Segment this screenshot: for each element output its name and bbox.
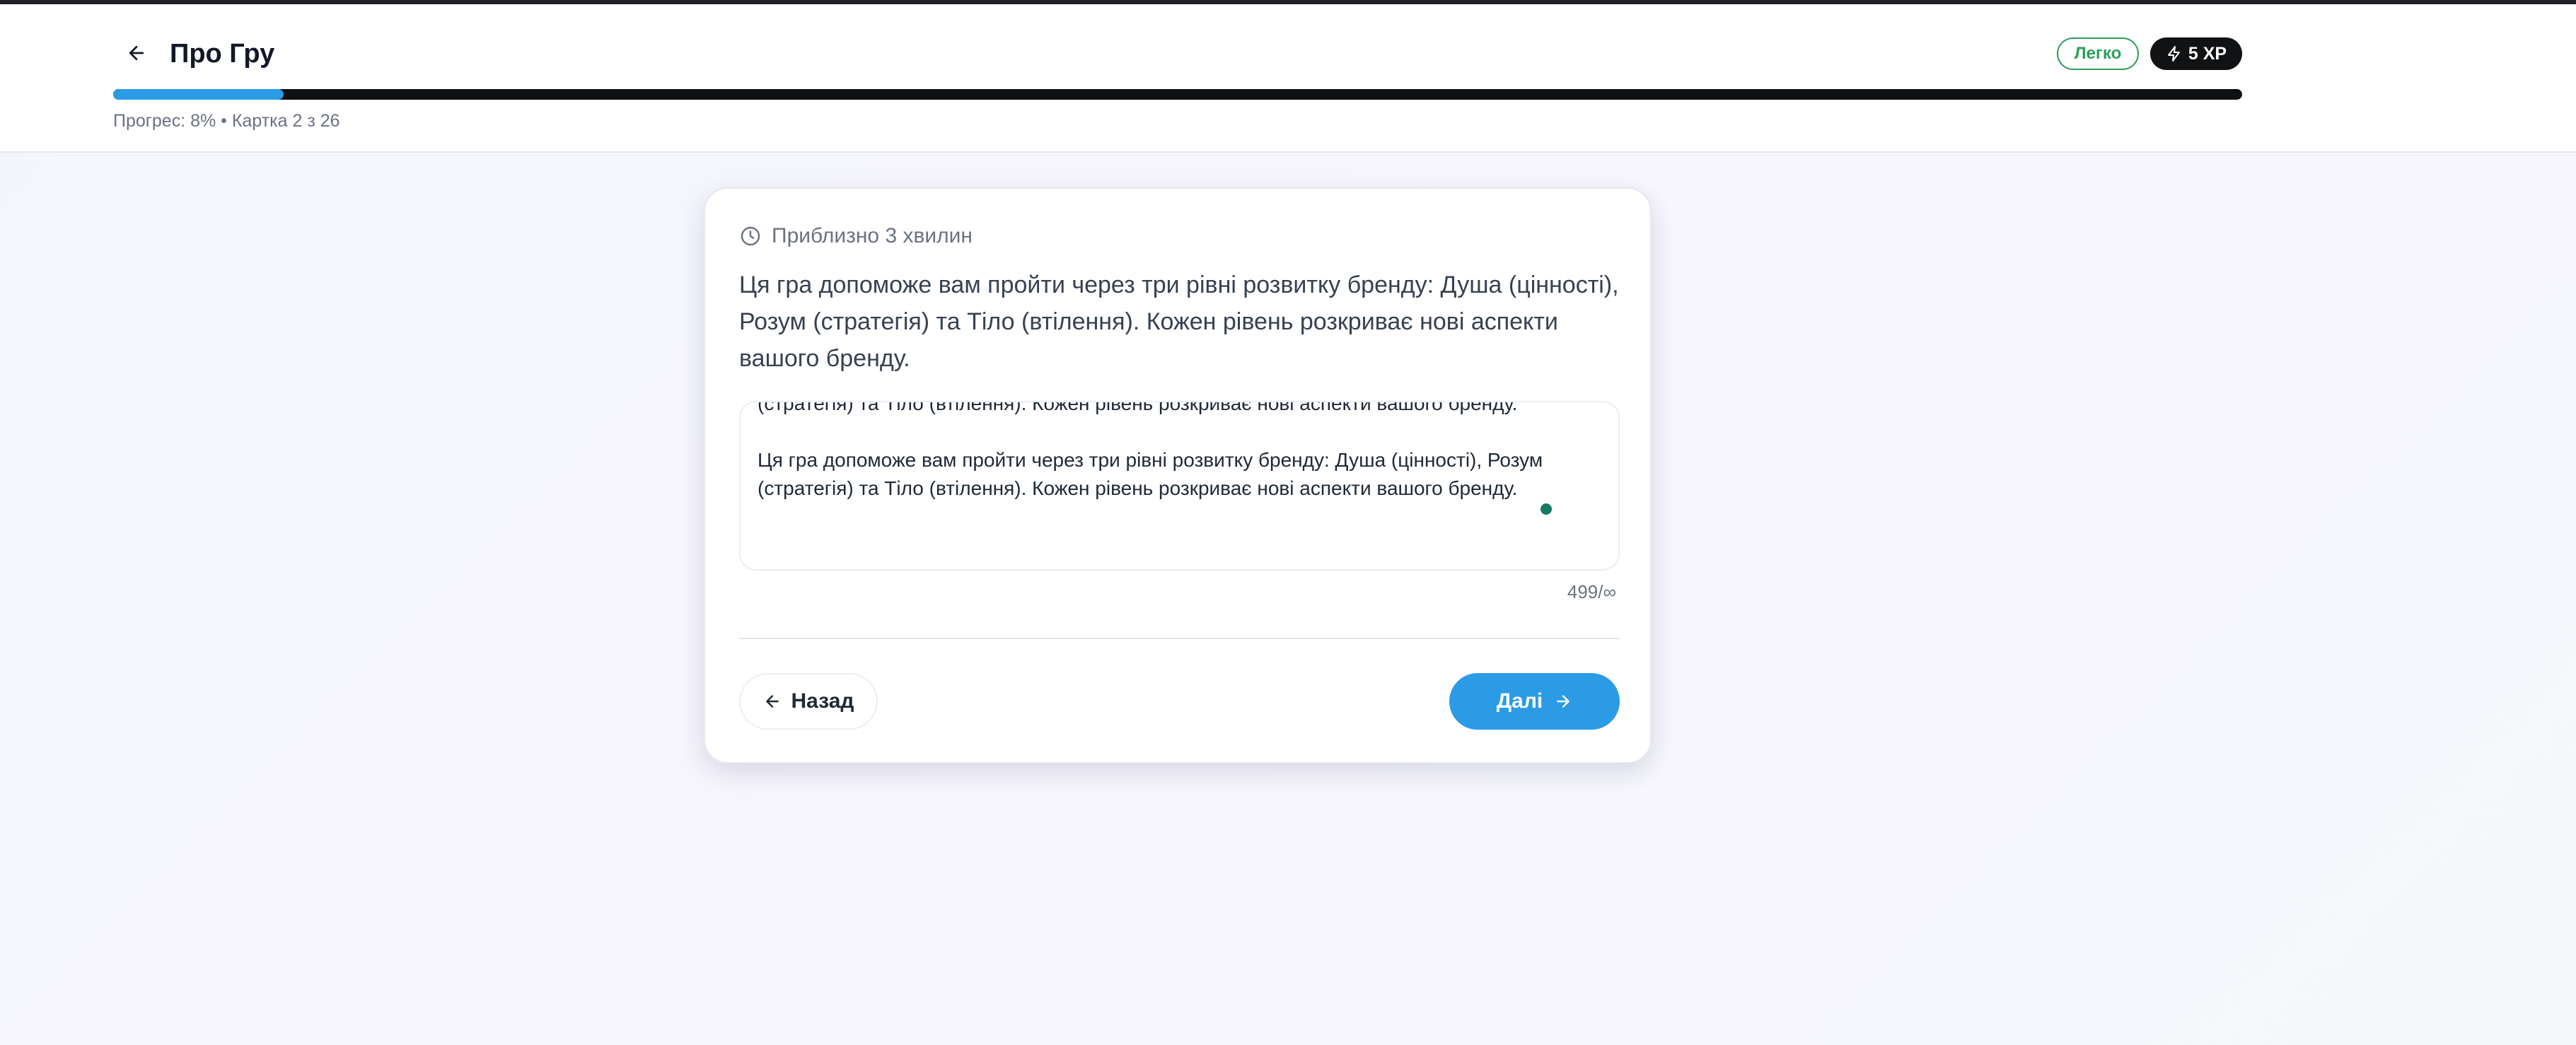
answer-textarea[interactable]: (стратегія) та Тіло (втілення). Кожен рі… — [739, 401, 1620, 571]
page-title: Про Гру — [170, 39, 275, 69]
xp-badge: 5 XP — [2150, 37, 2242, 70]
progress-text: Прогрес: 8% • Картка 2 з 26 — [113, 111, 340, 131]
progress-bar-fill — [113, 89, 284, 100]
page-header: Про Гру Легко 5 XP Прогрес: 8% • Картка … — [0, 4, 2576, 153]
card-description: Ця гра допоможе вам пройти через три рів… — [739, 272, 1619, 372]
arrow-right-icon — [1557, 695, 1570, 708]
card-divider — [739, 638, 1620, 639]
status-dot — [1541, 503, 1552, 515]
difficulty-badge: Легко — [2057, 37, 2139, 70]
arrow-left-icon — [765, 695, 779, 708]
time-estimate: Приблизно 3 хвилин — [739, 224, 973, 248]
next-button-label: Далі — [1496, 689, 1543, 713]
char-counter: 499/∞ — [1567, 581, 1616, 602]
back-button[interactable]: Назад — [739, 673, 878, 730]
time-estimate-label: Приблизно 3 хвилин — [772, 224, 973, 247]
arrow-left-icon — [129, 45, 144, 61]
header-back-button[interactable] — [119, 35, 154, 71]
content-card: Приблизно 3 хвилин Ця гра допоможе вам п… — [704, 187, 1652, 764]
lightning-icon — [2167, 46, 2180, 62]
answer-textarea-value: (стратегія) та Тіло (втілення). Кожен рі… — [758, 401, 1543, 499]
clock-icon — [741, 226, 760, 246]
xp-badge-label: 5 XP — [2188, 43, 2227, 64]
next-button[interactable]: Далі — [1449, 673, 1620, 730]
progress-bar — [113, 89, 2242, 100]
back-button-label: Назад — [791, 689, 854, 713]
